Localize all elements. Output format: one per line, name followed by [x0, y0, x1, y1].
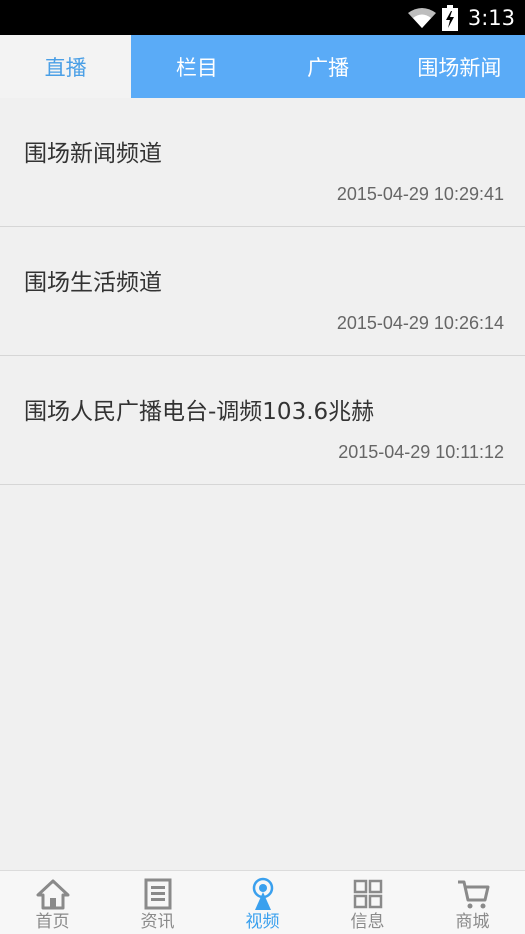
list-item[interactable]: 围场新闻频道 2015-04-29 10:29:41 [0, 98, 525, 227]
news-icon [144, 878, 171, 910]
tab-columns[interactable]: 栏目 [131, 35, 262, 98]
channel-timestamp: 2015-04-29 10:11:12 [338, 442, 504, 462]
channel-timestamp: 2015-04-29 10:29:41 [336, 184, 504, 204]
channel-title: 围场生活频道 [24, 270, 162, 296]
nav-news[interactable]: 资讯 [105, 871, 210, 934]
battery-charging-icon [441, 4, 458, 31]
nav-info[interactable]: 信息 [315, 871, 420, 934]
nav-home[interactable]: 首页 [0, 871, 105, 934]
tab-radio[interactable]: 广播 [263, 35, 394, 98]
channel-list: 围场新闻频道 2015-04-29 10:29:41 围场生活频道 2015-0… [0, 98, 525, 485]
wifi-icon [407, 7, 436, 28]
bottom-nav: 首页 资讯 视频 信息 商城 [0, 870, 525, 934]
broadcast-icon [252, 877, 273, 910]
list-item[interactable]: 围场生活频道 2015-04-29 10:26:14 [0, 227, 525, 356]
top-tab-bar: 直播 栏目 广播 围场新闻 [0, 35, 525, 98]
channel-title: 围场人民广播电台-调频103.6兆赫 [24, 399, 375, 425]
nav-label: 商城 [455, 912, 490, 932]
status-time: 3:13 [467, 5, 515, 30]
tab-live[interactable]: 直播 [0, 35, 132, 98]
grid-icon [353, 879, 382, 909]
list-item[interactable]: 围场人民广播电台-调频103.6兆赫 2015-04-29 10:11:12 [0, 356, 525, 485]
tab-weichang-news[interactable]: 围场新闻 [394, 35, 525, 98]
nav-mall[interactable]: 商城 [420, 871, 525, 934]
nav-label: 首页 [35, 912, 70, 932]
nav-label: 信息 [350, 912, 385, 932]
nav-label: 资讯 [140, 912, 175, 932]
nav-video[interactable]: 视频 [210, 871, 315, 934]
home-icon [36, 879, 69, 910]
channel-title: 围场新闻频道 [24, 141, 162, 167]
nav-label: 视频 [245, 912, 280, 932]
cart-icon [457, 880, 489, 909]
status-bar: 3:13 [0, 0, 525, 35]
channel-timestamp: 2015-04-29 10:26:14 [336, 313, 504, 333]
